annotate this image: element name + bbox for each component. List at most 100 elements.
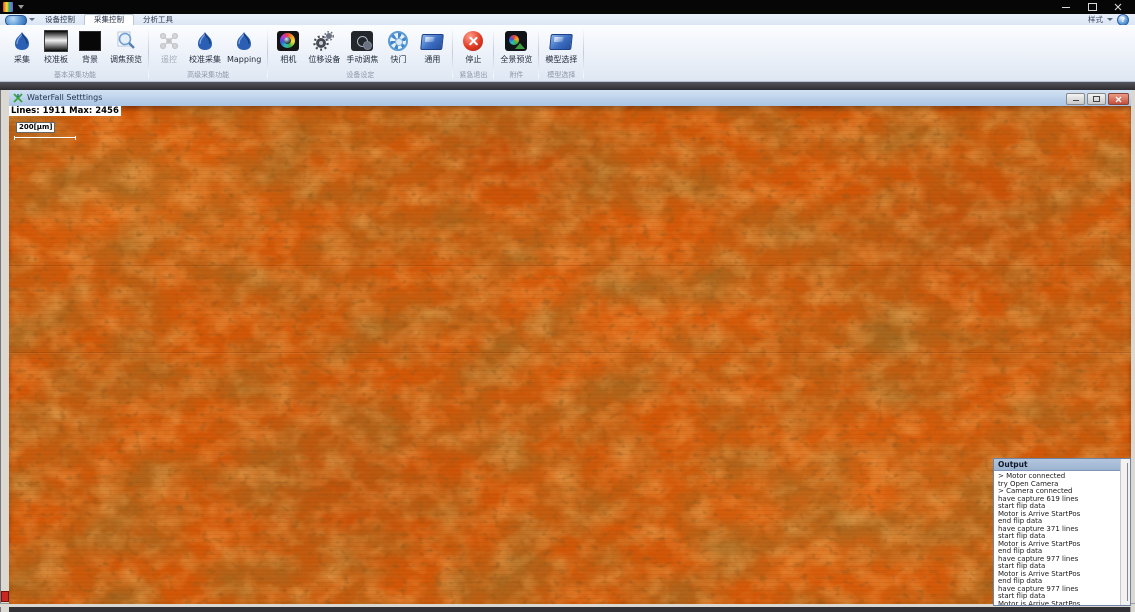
capture-button[interactable]: 采集: [5, 27, 39, 65]
tab-analysis-tools[interactable]: 分析工具: [134, 14, 182, 25]
button-label: 校准板: [44, 55, 68, 64]
waterfall-icon: [230, 28, 258, 54]
group-separator: [452, 28, 453, 78]
output-line: Motor is Arrive StartPos: [998, 601, 1118, 606]
button-label: 快门: [390, 55, 406, 64]
group-separator: [493, 28, 494, 78]
restore-icon: [1093, 96, 1100, 102]
application-window: 设备控制 采集控制 分析工具 样式 ? 采集 校准板: [0, 0, 1135, 612]
restore-button[interactable]: [1079, 0, 1105, 14]
camera-lens-icon: [274, 28, 302, 54]
button-label: 校准采集: [189, 55, 221, 64]
focus-preview-button[interactable]: 调焦预览: [107, 27, 145, 65]
button-label: 通用: [424, 55, 440, 64]
stitch-seam: [9, 352, 1131, 353]
mapping-button[interactable]: Mapping: [224, 27, 264, 65]
ribbon-group-label: 模型选择: [547, 71, 575, 80]
waterfall-window-titlebar[interactable]: WaterFall Setttings: [9, 90, 1131, 107]
waterfall-icon: [191, 28, 219, 54]
button-label: 手动调焦: [346, 55, 378, 64]
shutter-icon: [384, 28, 412, 54]
tab-device-control[interactable]: 设备控制: [36, 14, 84, 25]
camera-button[interactable]: 相机: [271, 27, 305, 65]
close-icon: [1115, 96, 1122, 103]
mdi-area: WaterFall Setttings: [0, 90, 1135, 612]
calibration-capture-button[interactable]: 校准采集: [186, 27, 224, 65]
child-restore-button[interactable]: [1087, 93, 1106, 105]
minimize-button[interactable]: [1053, 0, 1079, 14]
button-label: Mapping: [227, 55, 261, 64]
minimize-icon: [1073, 100, 1079, 101]
black-board-icon: [76, 28, 104, 54]
ribbon-bottom-strip: [0, 82, 1135, 90]
lines-info-label: Lines: 1911 Max: 2456: [9, 106, 121, 116]
shutter-button[interactable]: 快门: [381, 27, 415, 65]
focus-icon: [348, 28, 376, 54]
help-button[interactable]: ?: [1117, 14, 1129, 26]
style-menu-caret-icon: [1107, 18, 1113, 21]
scalebar-line: [14, 137, 76, 138]
group-separator: [148, 28, 149, 78]
scrollbar-thumb: [1127, 463, 1128, 601]
stage-device-button[interactable]: 位移设备: [305, 27, 343, 65]
waterfall-window-icon: [13, 93, 23, 103]
model-monitor-icon: [547, 28, 575, 54]
restore-icon: [1088, 3, 1097, 11]
button-label: 遥控: [161, 55, 177, 64]
general-button[interactable]: 通用: [415, 27, 449, 65]
output-log: > Motor connectedtry Open Camera> Camera…: [994, 471, 1130, 605]
close-icon: [1114, 3, 1122, 11]
close-button[interactable]: [1105, 0, 1131, 14]
stop-icon: [459, 28, 487, 54]
button-label: 背景: [82, 55, 98, 64]
calibration-board-button[interactable]: 校准板: [39, 27, 73, 65]
ribbon-group-label: 附件: [509, 71, 523, 80]
remote-control-button[interactable]: 遥控: [152, 27, 186, 65]
app-titlebar[interactable]: [0, 0, 1135, 14]
gradient-board-icon: [42, 28, 70, 54]
waterfall-window-title: WaterFall Setttings: [27, 90, 102, 106]
manual-focus-button[interactable]: 手动调焦: [343, 27, 381, 65]
group-separator: [583, 28, 584, 78]
background-button[interactable]: 背景: [73, 27, 107, 65]
waterfall-image-canvas[interactable]: Lines: 1911 Max: 2456 200[μm]: [9, 106, 1131, 604]
minimize-icon: [1062, 7, 1070, 8]
button-label: 模型选择: [545, 55, 577, 64]
output-panel: Output > Motor connectedtry Open Camera>…: [993, 458, 1131, 606]
group-separator: [538, 28, 539, 78]
ribbon-group-device-settings: 相机 位移设备 手动调焦 快门 通用: [269, 25, 451, 81]
tab-capture-control[interactable]: 采集控制: [84, 14, 134, 25]
button-label: 调焦预览: [110, 55, 142, 64]
ribbon-group-basic-capture: 采集 校准板 背景 调焦预览 基本采集功能: [3, 25, 147, 81]
ribbon-group-model-select: 模型选择 模型选择: [540, 25, 582, 81]
button-label: 位移设备: [308, 55, 340, 64]
output-panel-header: Output: [994, 459, 1130, 471]
scalebar-label: 200[μm]: [16, 122, 55, 133]
stop-button[interactable]: 停止: [456, 27, 490, 65]
ribbon-group-label: 基本采集功能: [54, 71, 96, 80]
style-menu[interactable]: 样式: [1088, 14, 1103, 25]
ribbon-group-label: 紧急退出: [459, 71, 487, 80]
waterfall-icon: [8, 28, 36, 54]
drone-icon: [155, 28, 183, 54]
app-menu-caret-icon: [29, 18, 35, 21]
model-select-button[interactable]: 模型选择: [542, 27, 580, 65]
panorama-preview-button[interactable]: 全景预览: [497, 27, 535, 65]
button-label: 采集: [14, 55, 30, 64]
group-separator: [267, 28, 268, 78]
ribbon-group-accessories: 全景预览 附件: [495, 25, 537, 81]
ribbon-group-label: 设备设定: [346, 71, 374, 80]
window-left-border: [0, 90, 9, 612]
scroll-position-marker: [1, 591, 9, 602]
ribbon-group-advanced-capture: 遥控 校准采集 Mapping 高级采集功能: [150, 25, 266, 81]
scanline-overlay: [9, 106, 1131, 604]
child-close-button[interactable]: [1108, 93, 1129, 105]
ribbon-group-emergency-exit: 停止 紧急退出: [454, 25, 492, 81]
monitor-icon: [418, 28, 446, 54]
titlebar-caret-icon[interactable]: [18, 5, 24, 9]
gears-icon: [310, 28, 338, 54]
child-minimize-button[interactable]: [1066, 93, 1085, 105]
ribbon: 采集 校准板 背景 调焦预览 基本采集功能: [0, 25, 1135, 82]
output-scrollbar[interactable]: [1120, 459, 1130, 605]
panorama-icon: [502, 28, 530, 54]
